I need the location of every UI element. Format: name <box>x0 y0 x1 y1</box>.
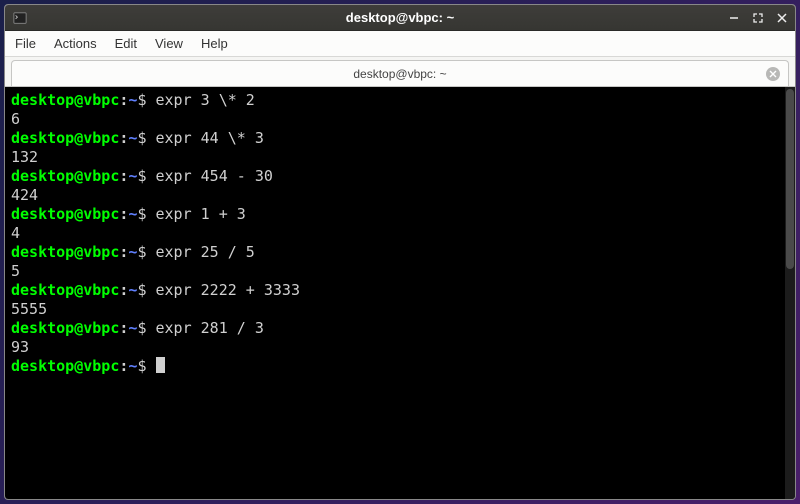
terminal-app-icon <box>13 11 27 25</box>
scroll-thumb[interactable] <box>786 89 794 269</box>
tab-label: desktop@vbpc: ~ <box>353 67 446 81</box>
menubar: File Actions Edit View Help <box>5 31 795 57</box>
terminal-window: desktop@vbpc: ~ File Actions Edit View H… <box>4 4 796 500</box>
terminal-output[interactable]: desktop@vbpc:~$ expr 3 \* 26desktop@vbpc… <box>5 87 785 499</box>
menu-edit[interactable]: Edit <box>115 36 137 51</box>
maximize-button[interactable] <box>751 11 765 25</box>
tabbar: desktop@vbpc: ~ <box>5 57 795 87</box>
close-icon <box>769 70 777 78</box>
menu-actions[interactable]: Actions <box>54 36 97 51</box>
tab-terminal[interactable]: desktop@vbpc: ~ <box>11 60 789 86</box>
minimize-icon <box>729 13 739 23</box>
menu-help[interactable]: Help <box>201 36 228 51</box>
minimize-button[interactable] <box>727 11 741 25</box>
close-icon <box>777 13 787 23</box>
tab-close-button[interactable] <box>766 67 780 81</box>
terminal-area: desktop@vbpc:~$ expr 3 \* 26desktop@vbpc… <box>5 87 795 499</box>
cursor <box>156 357 165 373</box>
titlebar[interactable]: desktop@vbpc: ~ <box>5 5 795 31</box>
window-controls <box>727 11 789 25</box>
menu-file[interactable]: File <box>15 36 36 51</box>
close-button[interactable] <box>775 11 789 25</box>
menu-view[interactable]: View <box>155 36 183 51</box>
window-title: desktop@vbpc: ~ <box>346 10 454 25</box>
scrollbar[interactable] <box>785 87 795 499</box>
maximize-icon <box>753 13 763 23</box>
